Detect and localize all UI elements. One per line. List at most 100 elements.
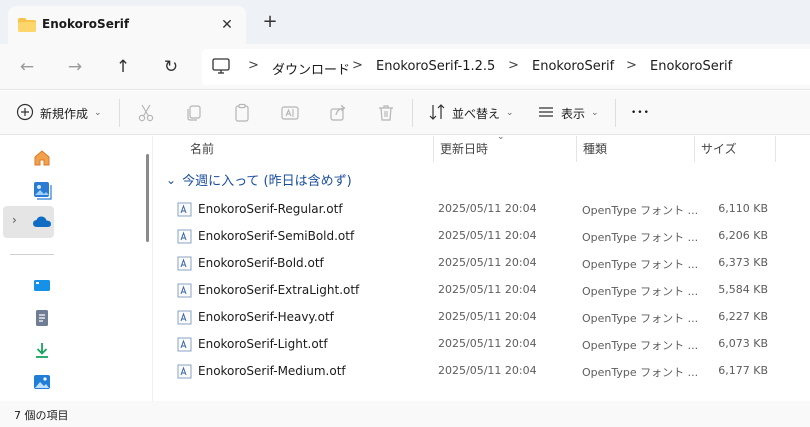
chevron-down-icon: ⌄ <box>166 172 177 187</box>
sidebar-item-onedrive[interactable]: › <box>3 206 54 238</box>
breadcrumb-separator[interactable]: > <box>352 58 363 73</box>
status-bar: 7 個の項目 <box>0 401 810 427</box>
breadcrumb-enokoroserif[interactable]: EnokoroSerif <box>532 59 614 74</box>
new-label: 新規作成 <box>40 106 89 121</box>
chevron-down-icon: ⌄ <box>591 108 599 118</box>
file-type: OpenType フォント ... <box>582 312 699 325</box>
folder-icon <box>18 18 36 35</box>
column-header-size[interactable]: サイズ <box>695 136 737 162</box>
column-header-date[interactable]: 更新日時 <box>434 136 488 162</box>
font-file-icon <box>177 283 192 301</box>
copy-icon[interactable] <box>184 103 204 123</box>
navigation-pane: › <box>0 136 144 401</box>
item-count: 7 個の項目 <box>14 409 69 422</box>
tab-enokoroserif[interactable]: EnokoroSerif ✕ <box>8 6 246 44</box>
table-row[interactable]: EnokoroSerif-SemiBold.otf 2025/05/11 20:… <box>174 223 794 250</box>
table-row[interactable]: EnokoroSerif-Medium.otf 2025/05/11 20:04… <box>174 358 794 385</box>
file-size: 5,584 KB <box>718 283 768 296</box>
documents-icon[interactable] <box>32 308 52 328</box>
breadcrumb-separator[interactable]: > <box>248 58 259 73</box>
toolbar-divider <box>119 99 120 127</box>
file-date: 2025/05/11 20:04 <box>438 364 537 377</box>
tab-title: EnokoroSerif <box>42 17 130 31</box>
sidebar-divider <box>10 254 54 255</box>
font-file-icon <box>177 364 192 382</box>
toolbar-divider <box>615 99 616 127</box>
chevron-down-icon: ⌄ <box>94 108 102 118</box>
onedrive-icon <box>32 214 52 233</box>
forward-button[interactable]: → <box>62 54 88 80</box>
rename-icon[interactable] <box>280 103 300 123</box>
font-file-icon <box>177 310 192 328</box>
refresh-button[interactable]: ↻ <box>158 54 184 80</box>
file-name: EnokoroSerif-SemiBold.otf <box>198 229 355 243</box>
file-name: EnokoroSerif-Bold.otf <box>198 256 324 270</box>
sort-label: 並べ替え <box>452 106 501 121</box>
column-header-type[interactable]: 種類 <box>577 136 607 162</box>
file-date: 2025/05/11 20:04 <box>438 202 537 215</box>
table-row[interactable]: EnokoroSerif-ExtraLight.otf 2025/05/11 2… <box>174 277 794 304</box>
command-bar: 新規作成 ⌄ 並べ替え ⌄ 表示 ⌄ ••• <box>0 91 810 135</box>
new-tab-button[interactable]: + <box>259 11 281 33</box>
file-size: 6,177 KB <box>718 364 768 377</box>
file-size: 6,206 KB <box>718 229 768 242</box>
computer-icon <box>212 58 230 78</box>
table-row[interactable]: EnokoroSerif-Heavy.otf 2025/05/11 20:04 … <box>174 304 794 331</box>
table-row[interactable]: EnokoroSerif-Bold.otf 2025/05/11 20:04 O… <box>174 250 794 277</box>
sidebar-scrollbar[interactable] <box>146 154 149 242</box>
file-name: EnokoroSerif-Regular.otf <box>198 202 343 216</box>
share-icon[interactable] <box>328 103 348 123</box>
file-type: OpenType フォント ... <box>582 204 699 217</box>
chevron-right-icon[interactable]: › <box>12 213 17 227</box>
sort-button[interactable]: 並べ替え ⌄ <box>428 102 514 124</box>
file-date: 2025/05/11 20:04 <box>438 256 537 269</box>
file-type: OpenType フォント ... <box>582 258 699 271</box>
pane-divider <box>152 136 153 401</box>
delete-icon[interactable] <box>376 103 396 123</box>
file-date: 2025/05/11 20:04 <box>438 229 537 242</box>
file-name: EnokoroSerif-Heavy.otf <box>198 310 334 324</box>
desktop-icon[interactable] <box>32 276 52 296</box>
address-bar-row: ← → ↑ ↻ > ダウンロード > EnokoroSerif-1.2.5 > … <box>0 44 810 90</box>
file-date: 2025/05/11 20:04 <box>438 337 537 350</box>
list-view-icon <box>537 103 555 124</box>
back-button[interactable]: ← <box>14 54 40 80</box>
more-options-icon[interactable]: ••• <box>631 102 650 124</box>
paste-icon[interactable] <box>232 103 252 123</box>
breadcrumb-enokoroserif-current[interactable]: EnokoroSerif <box>650 59 732 74</box>
tab-bar: EnokoroSerif ✕ + <box>0 0 810 44</box>
font-file-icon <box>177 337 192 355</box>
gallery-icon[interactable] <box>32 180 52 200</box>
pictures-icon[interactable] <box>32 372 52 392</box>
group-header-this-week[interactable]: ⌄ 今週に入って (昨日は含めず) <box>166 170 352 190</box>
breadcrumb-downloads[interactable]: ダウンロード <box>272 59 350 78</box>
downloads-icon[interactable] <box>32 340 52 360</box>
new-button[interactable]: 新規作成 ⌄ <box>16 102 102 124</box>
up-button[interactable]: ↑ <box>110 54 136 80</box>
file-name: EnokoroSerif-Medium.otf <box>198 364 346 378</box>
file-size: 6,227 KB <box>718 310 768 323</box>
table-row[interactable]: EnokoroSerif-Light.otf 2025/05/11 20:04 … <box>174 331 794 358</box>
breadcrumb-separator[interactable]: > <box>508 58 519 73</box>
sort-icon <box>428 103 446 124</box>
address-bar[interactable]: > ダウンロード > EnokoroSerif-1.2.5 > EnokoroS… <box>202 49 810 85</box>
file-date: 2025/05/11 20:04 <box>438 283 537 296</box>
breadcrumb-enokoroserif-1-2-5[interactable]: EnokoroSerif-1.2.5 <box>376 59 495 74</box>
file-type: OpenType フォント ... <box>582 231 699 244</box>
toolbar-divider <box>412 99 413 127</box>
table-row[interactable]: EnokoroSerif-Regular.otf 2025/05/11 20:0… <box>174 196 794 223</box>
column-header-name[interactable]: 名前 <box>184 136 214 162</box>
file-size: 6,073 KB <box>718 337 768 350</box>
close-icon[interactable]: ✕ <box>216 14 238 36</box>
plus-circle-icon <box>16 103 34 124</box>
file-type: OpenType フォント ... <box>582 366 699 379</box>
home-icon[interactable] <box>32 148 52 168</box>
column-divider[interactable] <box>775 136 776 162</box>
file-size: 6,373 KB <box>718 256 768 269</box>
breadcrumb-separator[interactable]: > <box>626 58 637 73</box>
view-button[interactable]: 表示 ⌄ <box>537 102 599 124</box>
group-label: 今週に入って (昨日は含めず) <box>182 174 352 189</box>
cut-icon[interactable] <box>136 103 156 123</box>
file-size: 6,110 KB <box>718 202 768 215</box>
file-date: 2025/05/11 20:04 <box>438 310 537 323</box>
